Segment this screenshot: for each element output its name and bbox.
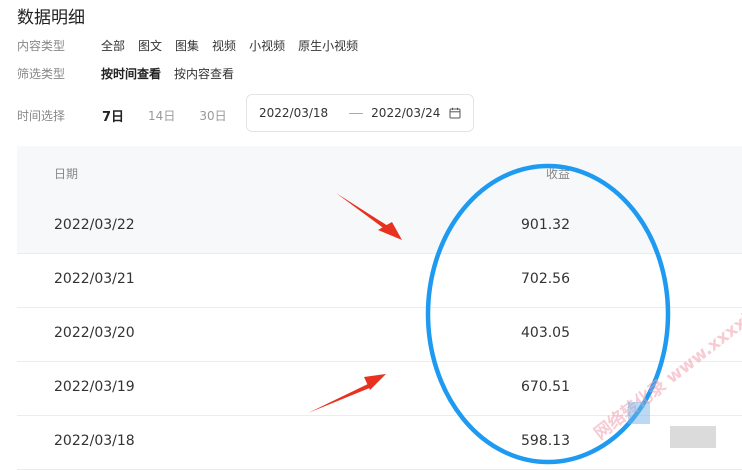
content-type-native-short-video[interactable]: 原生小视频 [298,37,358,54]
content-type-label: 内容类型 [17,39,66,53]
date-range-picker[interactable]: 2022/03/18 2022/03/24 [246,94,474,132]
table-row: 2022/03/22 901.32 [17,200,742,254]
filter-by-content[interactable]: 按内容查看 [174,65,234,82]
time-select-label: 时间选择 [17,108,66,123]
range-14d[interactable]: 14日 [148,107,175,124]
content-type-short-video[interactable]: 小视频 [249,37,285,54]
header-income: 收益 [545,167,570,181]
table-row: 2022/03/21 702.56 [17,254,742,308]
content-type-filter: 内容类型 全部 图文 图集 视频 小视频 原生小视频 [17,37,371,54]
row-income: 598.13 [521,433,570,449]
filter-type-filter: 筛选类型 按时间查看 按内容查看 [17,65,247,82]
range-7d[interactable]: 7日 [102,106,124,125]
calendar-icon[interactable] [449,107,461,119]
mosaic-patch [670,426,716,448]
filter-type-label: 筛选类型 [17,67,66,81]
content-type-article[interactable]: 图文 [138,37,162,54]
row-income: 403.05 [521,325,570,341]
table-header: 日期 收益 [17,146,742,200]
content-type-gallery[interactable]: 图集 [175,37,199,54]
start-date-input[interactable]: 2022/03/18 [259,106,328,120]
row-date: 2022/03/19 [54,379,135,395]
mosaic-patch [628,402,650,424]
content-type-video[interactable]: 视频 [212,37,236,54]
header-date: 日期 [54,167,79,181]
date-separator [349,112,364,114]
row-income: 901.32 [521,217,570,233]
content-type-all[interactable]: 全部 [101,37,125,54]
table-row: 2022/03/20 403.05 [17,308,742,362]
row-income: 702.56 [521,271,570,287]
table-row: 2022/03/18 598.13 [17,416,742,470]
row-date: 2022/03/21 [54,271,135,287]
filter-by-time[interactable]: 按时间查看 [101,65,161,82]
row-date: 2022/03/22 [54,217,135,233]
row-income: 670.51 [521,379,570,395]
end-date-input[interactable]: 2022/03/24 [371,106,440,120]
page-title: 数据明细 [17,8,85,28]
time-select-row: 时间选择 7日 14日 30日 [17,100,251,130]
row-date: 2022/03/18 [54,433,135,449]
range-30d[interactable]: 30日 [199,107,226,124]
row-date: 2022/03/20 [54,325,135,341]
